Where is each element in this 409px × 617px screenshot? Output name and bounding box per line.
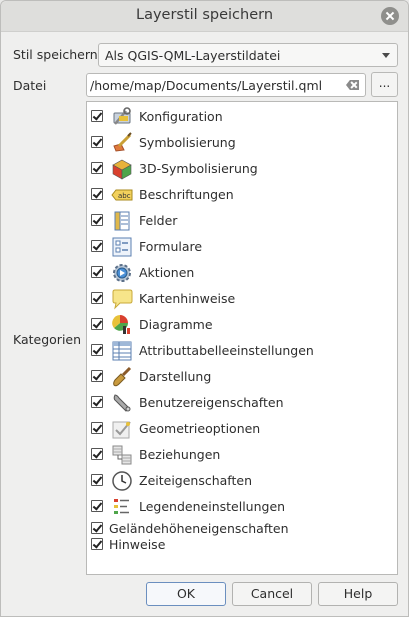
geometry-options-icon [112,421,131,439]
checkbox[interactable] [91,538,103,550]
relations-icon [112,445,132,465]
list-item[interactable]: Hinweise [87,536,397,552]
custom-properties-wrench-icon [113,394,131,412]
checkbox[interactable] [91,214,103,226]
list-item[interactable]: Felder [87,209,397,233]
list-item[interactable]: Beziehungen [87,443,397,467]
checkbox[interactable] [91,500,103,512]
item-label: Zeiteigenschaften [139,473,253,488]
checkbox[interactable] [91,188,103,200]
list-item[interactable]: Geländehöheneigenschaften [87,520,397,536]
item-label: 3D-Symbolisierung [139,161,258,176]
checkbox[interactable] [91,136,103,148]
list-item[interactable]: Symbolisierung [87,131,397,155]
item-label: Hinweise [109,537,166,552]
list-item[interactable]: Zeiteigenschaften [87,469,397,493]
item-label: Felder [139,213,178,228]
svg-text:abc: abc [118,192,131,200]
save-style-label: Stil speichern [13,47,98,62]
item-label: Beziehungen [139,447,221,462]
configuration-icon [113,107,131,125]
list-item[interactable]: Attributtabelleeinstellungen [87,339,397,363]
file-path-input[interactable]: /home/map/Documents/Layerstil.qml [86,73,366,97]
checkbox[interactable] [91,396,103,408]
list-item[interactable]: 3D-Symbolisierung [87,157,397,181]
clear-icon[interactable] [346,80,359,90]
browse-button[interactable]: ... [371,72,398,97]
temporal-clock-icon [112,471,132,491]
rendering-brush-icon [113,366,132,387]
attribute-table-icon [112,341,132,361]
symbology-icon [113,132,132,152]
item-label: Geometrieoptionen [139,421,261,436]
item-label: Kartenhinweise [139,291,236,306]
map-tips-bubble-icon [112,289,133,310]
list-item[interactable]: Konfiguration [87,105,397,129]
item-label: Beschriftungen [139,187,234,202]
categories-list: Konfiguration Symbolisierung 3D-Symbolis… [86,101,398,575]
checkbox[interactable] [91,318,103,330]
ok-button[interactable]: OK [146,582,226,606]
checkbox[interactable] [91,162,103,174]
item-label: Konfiguration [139,109,223,124]
checkbox[interactable] [91,344,103,356]
item-label: Geländehöheneigenschaften [109,521,289,536]
item-label: Formulare [139,239,203,254]
file-path-value: /home/map/Documents/Layerstil.qml [90,78,323,93]
categories-label: Kategorien [13,332,82,347]
item-label: Benutzereigenschaften [139,395,284,410]
chevron-down-icon [382,53,390,58]
checkbox[interactable] [91,474,103,486]
item-label: Darstellung [139,369,212,384]
item-label: Symbolisierung [139,135,236,150]
fields-icon [114,211,130,231]
close-icon[interactable] [381,7,399,25]
file-label: Datei [13,78,47,93]
checkbox[interactable] [91,240,103,252]
cancel-button[interactable]: Cancel [232,582,312,606]
checkbox[interactable] [91,448,103,460]
list-item[interactable]: abc Beschriftungen [87,183,397,207]
checkbox[interactable] [91,110,103,122]
list-item[interactable]: Legendeneinstellungen [87,495,397,519]
list-item[interactable]: Formulare [87,235,397,259]
checkbox[interactable] [91,522,103,534]
checkbox[interactable] [91,422,103,434]
save-layer-style-dialog: Layerstil speichern Stil speichern Als Q… [0,0,409,617]
title-bar: Layerstil speichern [1,1,408,32]
item-label: Legendeneinstellungen [139,499,286,514]
checkbox[interactable] [91,370,103,382]
checkbox[interactable] [91,292,103,304]
list-item[interactable]: Aktionen [87,261,397,285]
list-item[interactable]: Darstellung [87,365,397,389]
save-style-combobox[interactable]: Als QGIS-QML-Layerstildatei [98,43,398,67]
save-style-value: Als QGIS-QML-Layerstildatei [105,48,281,63]
labels-abc-icon: abc [111,189,133,201]
list-item[interactable]: Benutzereigenschaften [87,391,397,415]
forms-icon [112,237,132,257]
window-title: Layerstil speichern [135,7,274,23]
help-button[interactable]: Help [318,582,398,606]
item-label: Attributtabelleeinstellungen [139,343,314,358]
item-label: Aktionen [139,265,195,280]
checkbox[interactable] [91,266,103,278]
list-item[interactable]: Kartenhinweise [87,287,397,311]
3d-cube-icon [112,159,132,180]
diagrams-icon [112,315,130,334]
item-label: Diagramme [139,317,213,332]
list-item[interactable]: Geometrieoptionen [87,417,397,441]
actions-gear-icon [113,264,131,282]
list-item[interactable]: Diagramme [87,313,397,337]
legend-icon [114,499,129,514]
